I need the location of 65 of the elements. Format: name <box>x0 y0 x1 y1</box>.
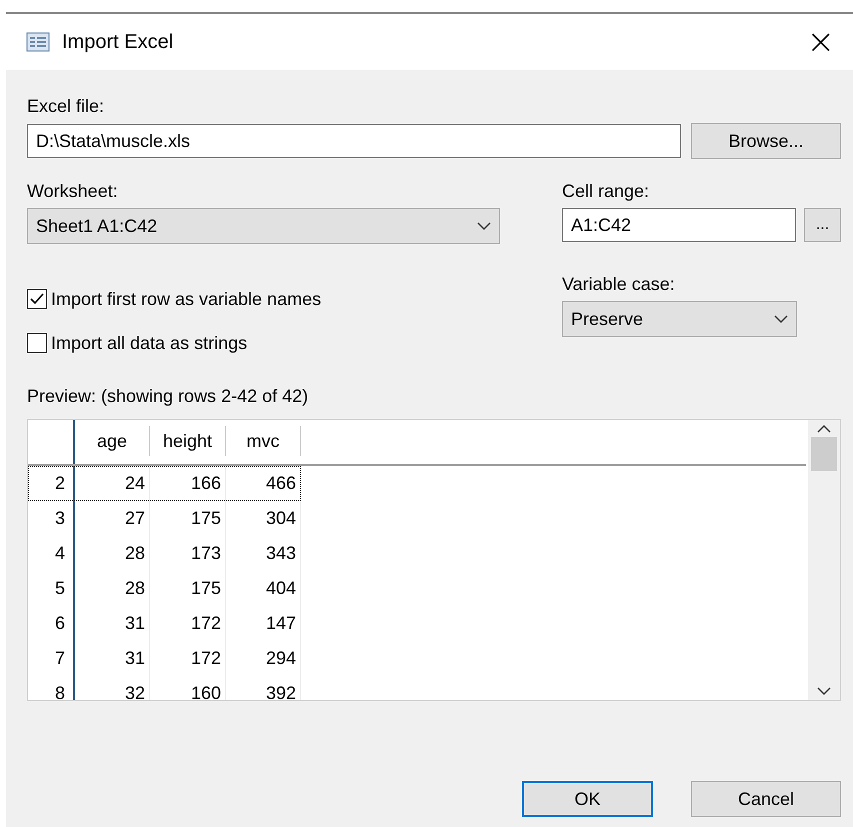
table-cell: 172 <box>150 606 226 641</box>
table-cell: 147 <box>226 606 301 641</box>
window-title: Import Excel <box>62 30 174 54</box>
row-number: 3 <box>28 501 75 536</box>
field-label: Excel file: <box>27 96 106 117</box>
table-row[interactable]: 7 31 172 294 <box>28 641 301 676</box>
table-row[interactable]: 4 28 173 343 <box>28 536 301 571</box>
table-cell: 166 <box>150 466 226 501</box>
chevron-up-icon[interactable] <box>817 424 831 433</box>
table-cell: 392 <box>226 676 301 700</box>
table-row[interactable]: 5 28 175 404 <box>28 571 301 606</box>
column-header[interactable]: mvc <box>226 426 301 456</box>
table-cell: 343 <box>226 536 301 571</box>
preview-label: Preview: (showing rows 2-42 of 42) <box>27 386 310 407</box>
chevron-down-icon <box>477 222 491 230</box>
close-button[interactable]: × <box>800 25 841 59</box>
variable-case-dropdown[interactable]: Preserve <box>562 301 797 337</box>
table-cell: 172 <box>150 641 226 676</box>
table-cell: 404 <box>226 571 301 606</box>
column-header[interactable]: height <box>150 426 226 456</box>
table-cell: 304 <box>226 501 301 536</box>
table-row[interactable]: 3 27 175 304 <box>28 501 301 536</box>
range-picker-button[interactable]: ... <box>804 208 841 242</box>
row-number: 5 <box>28 571 75 606</box>
chevron-down-icon <box>774 314 788 324</box>
scroll-thumb[interactable] <box>811 437 837 471</box>
field-label: Worksheet: <box>27 181 119 202</box>
row-number: 8 <box>28 676 75 700</box>
worksheet-dropdown[interactable]: Sheet1 A1:C42 <box>27 208 500 244</box>
field-label: Variable case: <box>562 274 676 295</box>
row-number: 4 <box>28 536 75 571</box>
check-icon <box>29 292 45 306</box>
column-header[interactable]: age <box>75 426 150 456</box>
checkbox-label: Import all data as strings <box>51 332 248 354</box>
checkbox[interactable] <box>27 333 47 353</box>
table-cell: 175 <box>150 501 226 536</box>
table-row[interactable]: 6 31 172 147 <box>28 606 301 641</box>
cell-range-field[interactable]: A1:C42 <box>562 208 796 242</box>
ok-button[interactable]: OK <box>522 781 653 817</box>
checkbox-label: Import first row as variable names <box>51 288 322 310</box>
checkbox[interactable] <box>27 289 47 309</box>
table-cell: 466 <box>226 466 301 501</box>
table-cell: 160 <box>150 676 226 700</box>
row-number: 2 <box>28 466 75 501</box>
table-cell: 28 <box>75 536 150 571</box>
app-icon <box>26 32 50 52</box>
scrollbar[interactable] <box>808 420 840 700</box>
table-cell: 31 <box>75 641 150 676</box>
table-cell: 32 <box>75 676 150 700</box>
table-cell: 175 <box>150 571 226 606</box>
row-number: 7 <box>28 641 75 676</box>
chevron-down-icon <box>817 687 831 696</box>
table-cell: 24 <box>75 466 150 501</box>
table-cell: 28 <box>75 571 150 606</box>
table-row[interactable]: 8 32 160 392 <box>28 676 301 700</box>
table-cell: 173 <box>150 536 226 571</box>
browse-button[interactable]: Browse... <box>691 123 841 159</box>
table-row[interactable]: 2 24 166 466 <box>28 466 301 501</box>
cancel-button[interactable]: Cancel <box>691 781 841 817</box>
table-cell: 27 <box>75 501 150 536</box>
field-label: Cell range: <box>562 181 650 202</box>
table-cell: 31 <box>75 606 150 641</box>
file-path-field[interactable]: D:\Stata\muscle.xls <box>27 124 681 158</box>
row-number: 6 <box>28 606 75 641</box>
table-cell: 294 <box>226 641 301 676</box>
